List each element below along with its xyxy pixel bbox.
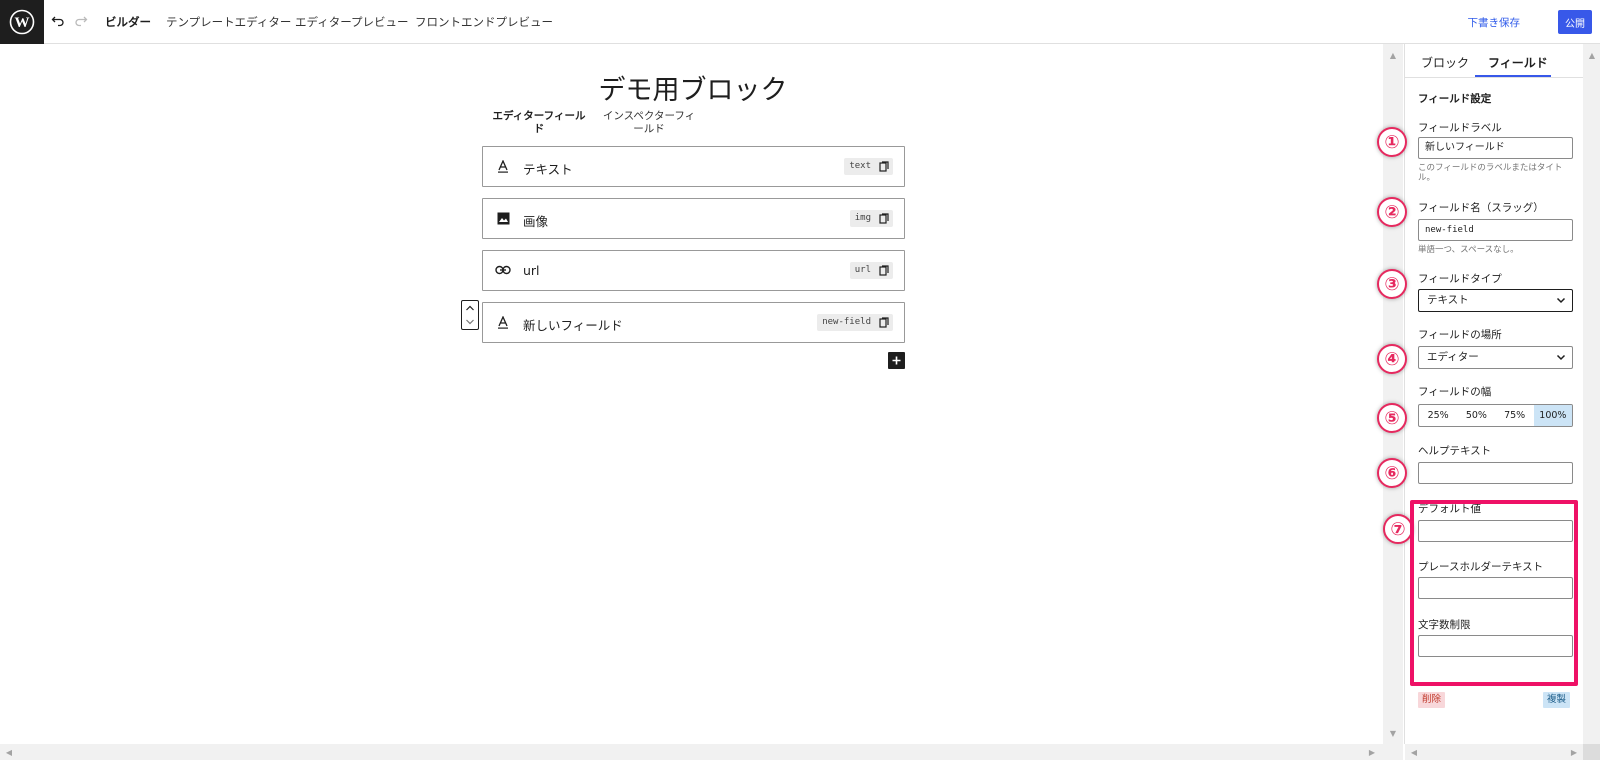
placeholder-text-label: プレースホルダーテキスト — [1418, 561, 1544, 573]
scroll-up-arrow-icon[interactable]: ▲ — [1386, 48, 1400, 62]
field-row[interactable]: url url — [482, 250, 905, 291]
annotation-badge-1: ① — [1377, 127, 1407, 157]
settings-sidebar: ブロック フィールド フィールド設定 フィールドラベル 新しいフィールド このフ… — [1404, 44, 1584, 744]
annotation-badge-3: ③ — [1377, 269, 1407, 299]
width-option-25[interactable]: 25% — [1419, 405, 1457, 426]
field-label-help: このフィールドのラベルまたはタイトル。 — [1418, 163, 1563, 183]
link-icon — [495, 262, 511, 278]
field-location-select[interactable]: エディター — [1418, 346, 1573, 369]
move-down-icon[interactable] — [462, 315, 478, 329]
field-width-label: フィールドの幅 — [1418, 386, 1492, 398]
field-label: 新しいフィールド — [523, 318, 623, 333]
default-value-label: デフォルト値 — [1418, 503, 1481, 515]
field-label-input[interactable]: 新しいフィールド — [1418, 137, 1573, 159]
field-name-help: 単語一つ、スペースなし。 — [1418, 245, 1519, 255]
field-slug-text: img — [854, 213, 871, 223]
copy-icon[interactable] — [879, 213, 889, 224]
redo-icon[interactable] — [72, 13, 90, 31]
field-slug[interactable]: text — [844, 158, 893, 175]
tab-inspector-fields[interactable]: インスペクターフィールド — [599, 110, 699, 136]
field-label: url — [523, 263, 540, 278]
tab-frontend-preview[interactable]: フロントエンドプレビュー — [415, 14, 553, 30]
scroll-down-arrow-icon[interactable]: ▼ — [1386, 726, 1400, 740]
scrollbar-corner — [1583, 744, 1600, 760]
copy-icon[interactable] — [879, 265, 889, 276]
move-up-icon[interactable] — [462, 301, 478, 315]
canvas-horizontal-scrollbar[interactable]: ◀ ▶ — [0, 744, 1403, 760]
tab-field[interactable]: フィールド — [1488, 54, 1548, 71]
chevron-down-icon — [1556, 354, 1566, 361]
publish-button[interactable]: 公開 — [1558, 10, 1592, 34]
scroll-left-arrow-icon[interactable]: ◀ — [2, 745, 16, 759]
tab-builder[interactable]: ビルダー — [105, 14, 151, 30]
field-location-value: エディター — [1427, 351, 1479, 363]
annotation-badge-2: ② — [1377, 197, 1407, 227]
save-draft-button[interactable]: 下書き保存 — [1468, 15, 1521, 30]
field-slug[interactable]: img — [849, 210, 893, 227]
tab-block[interactable]: ブロック — [1421, 54, 1469, 71]
char-limit-input[interactable] — [1418, 635, 1573, 657]
scroll-left-arrow-icon[interactable]: ◀ — [1407, 745, 1421, 759]
delete-field-button[interactable]: 削除 — [1418, 692, 1446, 708]
editor-header: W ビルダー テンプレートエディター エディタープレビュー フロントエンドプレビ… — [0, 0, 1600, 44]
annotation-badge-7: ⑦ — [1383, 514, 1413, 544]
undo-icon[interactable] — [49, 13, 67, 31]
field-row-selected[interactable]: 新しいフィールド new-field — [482, 302, 905, 343]
scroll-right-arrow-icon[interactable]: ▶ — [1365, 745, 1379, 759]
chevron-down-icon — [1556, 297, 1566, 304]
annotation-badge-4: ④ — [1377, 344, 1407, 374]
field-name-label: フィールド名（スラッグ） — [1418, 202, 1544, 214]
section-title: フィールド設定 — [1418, 93, 1492, 105]
scroll-right-arrow-icon[interactable]: ▶ — [1567, 745, 1581, 759]
tab-template-editor[interactable]: テンプレートエディター — [166, 14, 291, 30]
image-icon — [495, 210, 511, 226]
field-name-input[interactable]: new-field — [1418, 219, 1573, 241]
divider — [1405, 77, 1584, 78]
scroll-up-arrow-icon[interactable]: ▲ — [1585, 48, 1599, 62]
text-icon — [495, 158, 511, 174]
block-canvas: デモ用ブロック エディターフィールド インスペクターフィールド テキスト tex… — [0, 44, 1383, 744]
field-width-toggle-group: 25% 50% 75% 100% — [1418, 404, 1573, 427]
field-label-label: フィールドラベル — [1418, 122, 1502, 134]
field-slug-text: text — [849, 161, 871, 171]
field-slug-text: url — [854, 265, 871, 275]
char-limit-label: 文字数制限 — [1418, 619, 1471, 631]
field-row[interactable]: 画像 img — [482, 198, 905, 239]
tab-editor-fields[interactable]: エディターフィールド — [489, 110, 589, 136]
text-icon — [495, 314, 511, 330]
field-mover — [461, 300, 479, 330]
field-type-label: フィールドタイプ — [1418, 273, 1502, 285]
default-value-input[interactable] — [1418, 520, 1573, 542]
field-type-value: テキスト — [1427, 294, 1469, 306]
tab-editor-preview[interactable]: エディタープレビュー — [295, 14, 409, 30]
width-option-100[interactable]: 100% — [1533, 405, 1572, 426]
plus-icon[interactable] — [888, 352, 905, 369]
copy-icon[interactable] — [879, 317, 889, 328]
help-text-label: ヘルプテキスト — [1418, 445, 1492, 457]
width-option-75[interactable]: 75% — [1496, 405, 1534, 426]
field-slug[interactable]: new-field — [817, 314, 893, 331]
duplicate-field-button[interactable]: 複製 — [1542, 692, 1570, 708]
field-label: 画像 — [523, 214, 549, 229]
field-label: テキスト — [523, 162, 573, 177]
field-location-label: フィールドの場所 — [1418, 329, 1502, 341]
annotation-badge-5: ⑤ — [1377, 403, 1407, 433]
help-text-input[interactable] — [1418, 462, 1573, 484]
field-slug-text: new-field — [822, 317, 871, 327]
width-option-50[interactable]: 50% — [1457, 405, 1495, 426]
annotation-badge-6: ⑥ — [1377, 458, 1407, 488]
field-type-select[interactable]: テキスト — [1418, 289, 1573, 312]
placeholder-text-input[interactable] — [1418, 577, 1573, 599]
sidebar-horizontal-scrollbar[interactable]: ◀ ▶ — [1405, 744, 1583, 760]
block-title: デモ用ブロック — [598, 75, 788, 106]
sidebar-vertical-scrollbar[interactable]: ▲ — [1583, 44, 1600, 744]
wordpress-logo-icon[interactable]: W — [0, 0, 44, 44]
copy-icon[interactable] — [879, 161, 889, 172]
svg-text:W: W — [15, 15, 30, 31]
field-row[interactable]: テキスト text — [482, 146, 905, 187]
field-slug[interactable]: url — [849, 262, 893, 279]
